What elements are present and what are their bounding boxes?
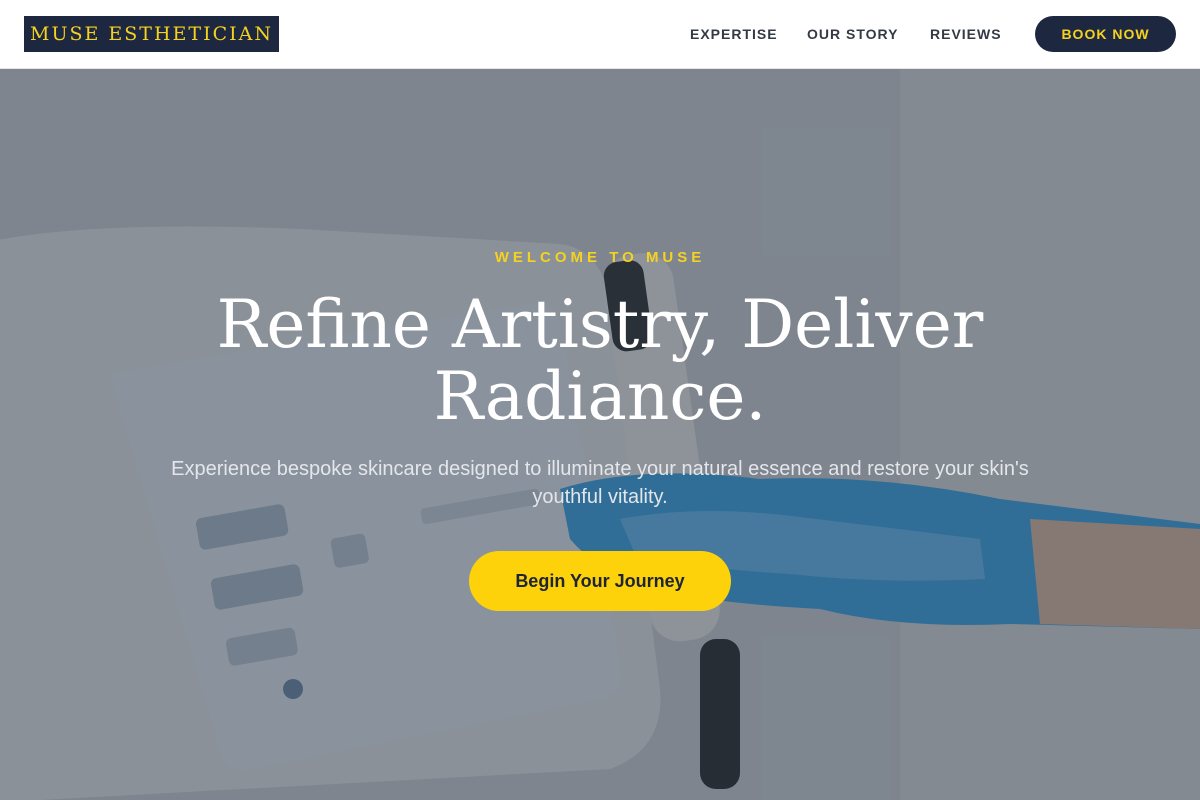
nav-link-our-story[interactable]: OUR STORY bbox=[807, 0, 898, 69]
site-header: MUSE ESTHETICIAN EXPERTISE OUR STORY REV… bbox=[0, 0, 1200, 69]
hero-section: WELCOME TO MUSE Refine Artistry, Deliver… bbox=[0, 69, 1200, 800]
hero-headline: Refine Artistry, Deliver Radiance. bbox=[216, 286, 984, 435]
hero-eyebrow: WELCOME TO MUSE bbox=[494, 249, 706, 266]
hero-subtext: Experience bespoke skincare designed to … bbox=[171, 458, 1029, 508]
nav-link-expertise[interactable]: EXPERTISE bbox=[690, 0, 778, 69]
logo[interactable]: MUSE ESTHETICIAN bbox=[24, 16, 279, 52]
begin-journey-button[interactable]: Begin Your Journey bbox=[469, 551, 731, 611]
nav-link-reviews[interactable]: REVIEWS bbox=[930, 0, 1002, 69]
book-now-button[interactable]: BOOK NOW bbox=[1035, 16, 1176, 52]
